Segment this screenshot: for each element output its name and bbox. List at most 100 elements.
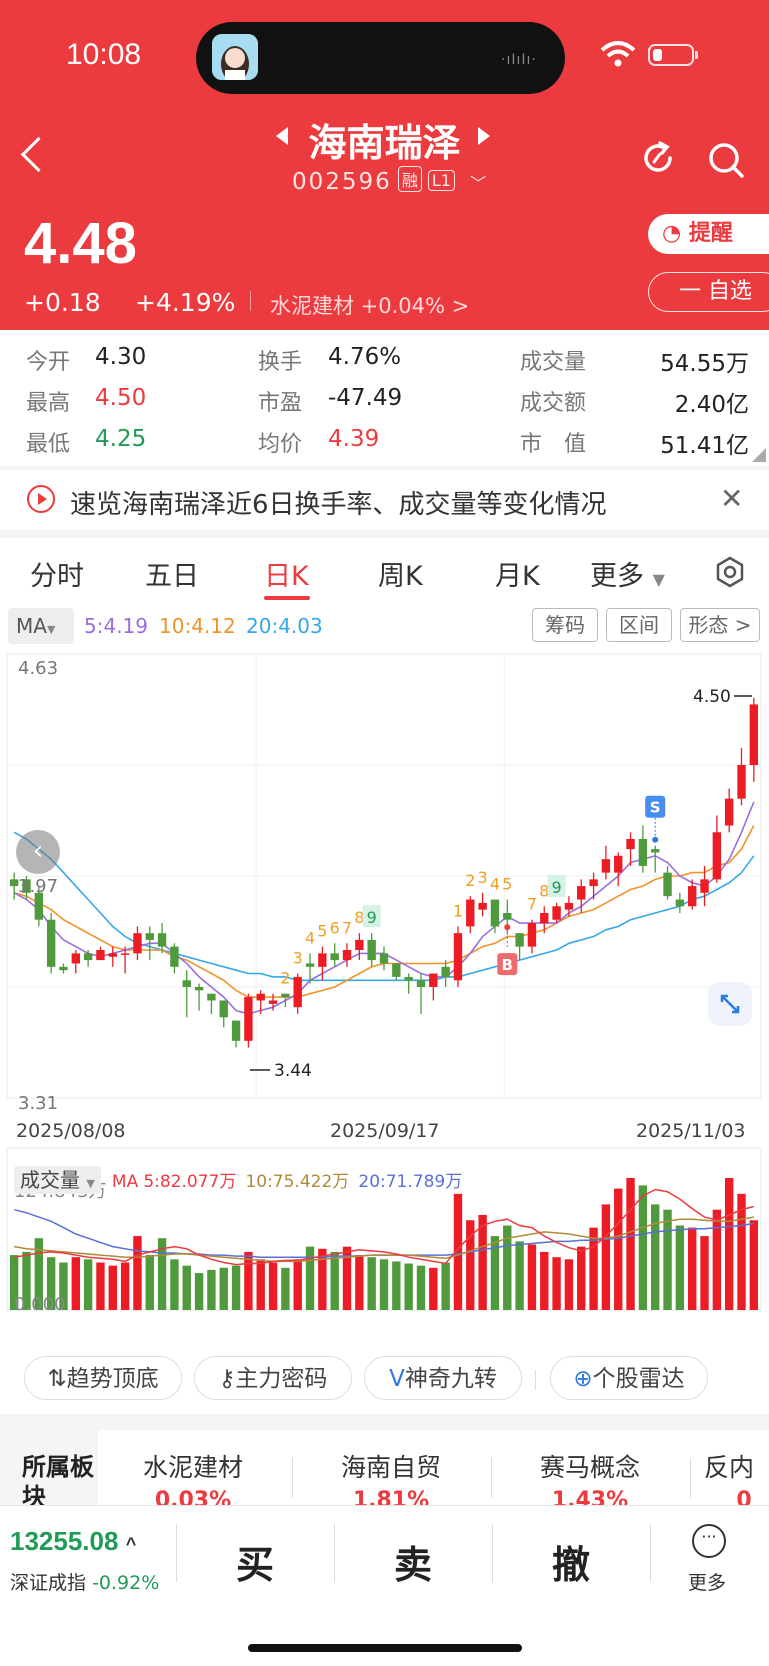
banner-text: 速览海南瑞泽近6日换手率、成交量等变化情况 xyxy=(70,490,607,520)
expand-corner-icon[interactable] xyxy=(752,448,766,462)
stock-radar-button[interactable]: ⊕个股雷达 xyxy=(550,1356,708,1400)
settings-icon[interactable] xyxy=(714,556,746,588)
chart-tabs: 分时 五日 日K 周K 月K 更多 ▼ xyxy=(0,538,769,604)
more-icon[interactable]: ··· xyxy=(692,1524,726,1558)
search-icon[interactable] xyxy=(706,140,746,180)
candle-body xyxy=(46,919,56,967)
scroll-left-icon[interactable]: ‹ xyxy=(16,830,60,874)
tab-five-day[interactable]: 五日 xyxy=(145,554,199,593)
more-label[interactable]: 更多 xyxy=(688,1568,726,1595)
alert-button[interactable]: ◔ 提醒 xyxy=(648,214,769,254)
sector-pct: 0 xyxy=(736,1488,752,1505)
candle-body xyxy=(552,906,561,920)
key-icon: ⚷ xyxy=(218,1366,236,1392)
updown-arrow-icon: ⇅ xyxy=(47,1366,67,1392)
candle-body xyxy=(589,879,598,887)
td-count-label: 3 xyxy=(478,868,488,887)
x-label-start: 2025/08/08 xyxy=(16,1120,126,1142)
price-change: +0.18 xyxy=(24,288,101,317)
sector-strip-label: 所属板块 xyxy=(0,1430,98,1505)
volume-bar xyxy=(663,1209,672,1310)
index-name: 深证成指 xyxy=(10,1572,87,1594)
range-button[interactable]: 区间 xyxy=(606,608,672,642)
sell-marker-dot xyxy=(652,836,659,843)
volume-bar xyxy=(231,1265,241,1310)
volume-bar xyxy=(700,1236,709,1310)
mktcap-value: 51.41亿 xyxy=(660,433,749,459)
tab-weekly-k[interactable]: 周K xyxy=(378,554,423,593)
td-count-label: 9 xyxy=(367,908,377,927)
td-count-label: 4 xyxy=(305,928,315,947)
volume-header: 成交量 ▼ MA 5:82.077万 10:75.422万 20:71.789万 xyxy=(14,1164,462,1194)
volume-bar xyxy=(108,1265,117,1310)
volume-bar xyxy=(133,1236,142,1310)
volume-selector[interactable]: 成交量 ▼ xyxy=(14,1166,101,1194)
main-force-code-button[interactable]: ⚷主力密码 xyxy=(194,1356,352,1400)
index-widget[interactable]: 13255.08 ^ xyxy=(10,1526,136,1557)
fullscreen-icon[interactable] xyxy=(708,982,752,1026)
cancel-order-button[interactable]: 撤 xyxy=(552,1534,590,1589)
candle-body xyxy=(540,913,549,924)
td-count-label: 2 xyxy=(465,871,475,890)
candle-body xyxy=(268,1000,278,1004)
sector-name[interactable]: 海南自贸 xyxy=(306,1448,476,1484)
bottom-trade-bar: 13255.08 ^ 深证成指 -0.92% 买 卖 撤 ··· 更多 xyxy=(0,1505,769,1666)
pattern-button[interactable]: 形态 > xyxy=(680,608,760,642)
sector-link[interactable]: 水泥建材 +0.04% > xyxy=(270,290,469,320)
sector-name[interactable]: 赛马概念 xyxy=(505,1448,675,1484)
low-value: 4.25 xyxy=(95,426,147,452)
radar-icon: ⊕ xyxy=(573,1366,593,1392)
active-tab-indicator xyxy=(264,596,310,600)
td-count-label: 2 xyxy=(280,969,290,988)
sector-name[interactable]: 水泥建材 xyxy=(108,1448,278,1484)
buy-marker-label: B xyxy=(502,956,513,974)
volume-bar xyxy=(527,1244,537,1310)
open-value: 4.30 xyxy=(95,344,147,370)
tab-more[interactable]: 更多 ▼ xyxy=(590,554,665,593)
tool-label: 趋势顶底 xyxy=(66,1366,159,1392)
candle-body xyxy=(515,933,524,947)
next-stock-icon[interactable] xyxy=(478,127,490,145)
chip-distribution-button[interactable]: 筹码 xyxy=(532,608,598,642)
tab-more-label: 更多 xyxy=(590,561,644,592)
stock-header: 10:08 ·ıIıIı· 海南瑞泽 002596 融 L1 ﹀ 4.48 +0.1… xyxy=(0,0,769,330)
divider xyxy=(176,1524,177,1582)
candle-body xyxy=(527,923,537,947)
turnover-value: 4.76% xyxy=(328,344,402,370)
watchlist-button[interactable]: 一 自选 xyxy=(648,272,769,312)
volume-bar xyxy=(638,1185,648,1310)
tab-daily-k[interactable]: 日K xyxy=(264,554,309,593)
candle-body xyxy=(207,993,216,1001)
stock-code-line[interactable]: 002596 融 L1 ﹀ xyxy=(292,166,488,195)
y-mid-label: 3.97 xyxy=(18,876,58,897)
candle-body xyxy=(478,902,487,910)
kline-svg[interactable]: 234 5 6 78 9 12 3 4 578 9BS 4.63 3.97 3.31 2025/0… xyxy=(0,648,769,1344)
sell-button[interactable]: 卖 xyxy=(394,1534,432,1589)
play-icon xyxy=(27,485,55,513)
volume-bar xyxy=(540,1251,549,1310)
volume-bar xyxy=(651,1204,660,1310)
buy-button[interactable]: 买 xyxy=(236,1534,274,1589)
magic-nine-button[interactable]: ᐯ神奇九转 xyxy=(364,1356,522,1400)
volume-bar xyxy=(478,1214,487,1310)
sector-name[interactable]: 反内 xyxy=(704,1448,769,1484)
tab-monthly-k[interactable]: 月K xyxy=(495,554,540,593)
trend-top-bottom-button[interactable]: ⇅趋势顶底 xyxy=(24,1356,182,1400)
volume-bar xyxy=(749,1220,759,1310)
tab-intraday[interactable]: 分时 xyxy=(30,554,84,593)
battery-icon xyxy=(648,44,698,66)
refresh-icon[interactable] xyxy=(640,140,676,176)
info-banner[interactable]: 速览海南瑞泽近6日换手率、成交量等变化情况 ✕ xyxy=(0,470,769,530)
candle-body xyxy=(749,704,759,765)
volume-bar xyxy=(330,1251,339,1310)
avatar xyxy=(212,34,258,80)
close-icon[interactable]: ✕ xyxy=(720,482,743,515)
volume-bar xyxy=(367,1257,376,1310)
candle-body xyxy=(614,855,623,873)
index-value: 13255.08 xyxy=(10,1526,119,1556)
volume-bar xyxy=(675,1225,685,1310)
divider xyxy=(690,1458,691,1498)
volume-bar xyxy=(182,1265,191,1310)
ma-selector[interactable]: MA▼ xyxy=(8,608,74,644)
divider xyxy=(334,1524,335,1582)
